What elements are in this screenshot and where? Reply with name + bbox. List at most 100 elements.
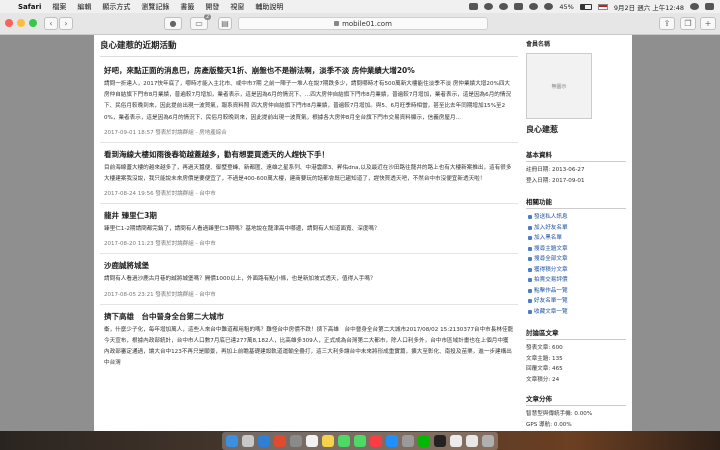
trash-icon[interactable]: [482, 435, 494, 447]
search-topics-link[interactable]: 搜尋主題文章: [526, 244, 626, 255]
friends-list-link[interactable]: 好友名單一覽: [526, 296, 626, 307]
menu-history[interactable]: 瀏覽記錄: [141, 2, 169, 12]
post-item: 看到海線大樓如雨後春筍越蓋越多，勸有想要買透天的人趕快下手！ 目前海線蓋大樓的越…: [100, 149, 518, 205]
menu-file[interactable]: 檔案: [52, 2, 66, 12]
post-excerpt: 請問有人看過沙鹿古月巷的誠將城堡嗎？開價1000以上，外面路有點小條，也是新加坡…: [104, 276, 376, 283]
calendar-icon[interactable]: [306, 435, 318, 447]
menu-develop[interactable]: 開發: [205, 2, 219, 12]
menu-bookmarks[interactable]: 書籤: [180, 2, 194, 12]
system-preferences-icon[interactable]: [402, 435, 414, 447]
zoom-window-button[interactable]: [29, 19, 37, 27]
lightbulb-icon: ●: [169, 19, 177, 28]
itunes-icon[interactable]: [370, 435, 382, 447]
post-distribution-title: 文章分佈: [526, 393, 626, 406]
address-bar[interactable]: mobile01.com: [238, 17, 488, 30]
minimize-window-button[interactable]: [17, 19, 25, 27]
post-meta[interactable]: 2017-08-20 11:23 發表於討論群組 - 台中市: [104, 239, 514, 247]
trade-ratings-link[interactable]: 拍賣交易評價: [526, 275, 626, 286]
works-list-link[interactable]: 點擊作品一覽: [526, 286, 626, 297]
airplay-icon[interactable]: [514, 3, 524, 10]
timemachine-icon[interactable]: [499, 3, 509, 10]
clock[interactable]: 9月2日 週六 上午12:48: [614, 2, 684, 12]
window-controls: [5, 19, 37, 27]
photos-icon[interactable]: [274, 435, 286, 447]
username: 良心建惹: [526, 125, 558, 134]
preview-icon[interactable]: [290, 435, 302, 447]
post-title-link[interactable]: 好吧，來點正面的消息巴，房產版整天1折、崩盤也不是辦法啊，淡季不淡 房仲業績大增…: [104, 65, 514, 76]
post-title-link[interactable]: 擠下高雄 台中晉身全台第二大城市: [104, 311, 514, 322]
points-posts-link[interactable]: 獲得積分文章: [526, 265, 626, 276]
safari-icon[interactable]: [258, 435, 270, 447]
download-button[interactable]: +: [700, 17, 716, 30]
add-blacklist-link[interactable]: 加入黑名單: [526, 233, 626, 244]
menu-window[interactable]: 視窗: [230, 2, 244, 12]
volume-icon[interactable]: [544, 3, 554, 10]
search-all-posts-link[interactable]: 搜尋全部文章: [526, 254, 626, 265]
page-container: 良心建惹的近期活動 好吧，來點正面的消息巴，房產版整天1折、崩盤也不是辦法啊，淡…: [94, 35, 632, 431]
sidebar-toggle-button[interactable]: ▤: [218, 17, 232, 30]
post-excerpt: 目前海線蓋大樓的越來越多了，再過天蠶便、御墅登峰、新都匯、遠雄之星系列、中港雲廊…: [104, 164, 512, 183]
sidebar-icon: ▤: [221, 19, 229, 28]
post-excerpt: 衝，什麼少子化，每年增加萬人，這些人來台中難道都用租的嗎？難怪台中房價不跌！擠下…: [104, 326, 514, 367]
document-icon[interactable]: [466, 435, 478, 447]
menu-app[interactable]: Safari: [18, 3, 41, 11]
menu-edit[interactable]: 編輯: [77, 2, 91, 12]
finder-icon[interactable]: [226, 435, 238, 447]
post-meta[interactable]: 2017-08-24 19:56 發表於討論群組 - 台中市: [104, 189, 514, 197]
function-list: 發送私人訊息 加入好友名單 加入黑名單 搜尋主題文章 搜尋全部文章 獲得積分文章…: [526, 212, 626, 317]
browser-toolbar: ‹ › ● ▭ 2 ▤ mobile01.com ⇪ ❐ +: [0, 13, 720, 35]
terminal-icon[interactable]: [434, 435, 446, 447]
line-app-icon[interactable]: [418, 435, 430, 447]
facetime-icon[interactable]: [354, 435, 366, 447]
notes-icon[interactable]: [322, 435, 334, 447]
launchpad-icon[interactable]: [242, 435, 254, 447]
post-title-link[interactable]: 龍井 臻里仁3期: [104, 210, 514, 221]
post-title-link[interactable]: 沙鹿誠將城堡: [104, 260, 514, 271]
post-item: 擠下高雄 台中晉身全台第二大城市 衝，什麼少子化，每年增加萬人，這些人來台中難道…: [100, 311, 518, 376]
app-store-icon[interactable]: [386, 435, 398, 447]
sync-icon[interactable]: [484, 3, 494, 10]
post-meta[interactable]: 2017-09-01 18:57 發表於討論群組 - 房地產綜合: [104, 128, 514, 136]
avatar[interactable]: 無圖示: [526, 53, 592, 119]
reply-count: 回覆文章: 465: [526, 366, 563, 372]
menu-help[interactable]: 輔助說明: [255, 2, 283, 12]
extension-badge: 2: [204, 14, 212, 20]
post-meta[interactable]: 2017-08-05 23:21 發表於討論群組 - 台中市: [104, 290, 514, 298]
messages-icon[interactable]: [338, 435, 350, 447]
web-content: 良心建惹的近期活動 好吧，來點正面的消息巴，房產版整天1折、崩盤也不是辦法啊，淡…: [0, 35, 720, 431]
distribution-item: 智慧型與傳統手機: 0.00%: [526, 411, 593, 417]
url-text: mobile01.com: [342, 19, 392, 28]
add-friend-link[interactable]: 加入好友名單: [526, 223, 626, 234]
dock: [222, 432, 498, 450]
wifi-icon[interactable]: [529, 3, 539, 10]
send-pm-link[interactable]: 發送私人訊息: [526, 212, 626, 223]
notification-center-icon[interactable]: [705, 3, 714, 10]
input-source-flag-icon[interactable]: [597, 3, 608, 10]
favorites-list-link[interactable]: 收藏文章一覽: [526, 307, 626, 318]
lock-icon: [334, 21, 340, 26]
post-item: 沙鹿誠將城堡 請問有人看過沙鹿古月巷的誠將城堡嗎？開價1000以上，外面路有點小…: [100, 260, 518, 305]
post-item: 好吧，來點正面的消息巴，房產版整天1折、崩盤也不是辦法啊，淡季不淡 房仲業績大增…: [100, 65, 518, 143]
forum-stats-title: 討論區文章: [526, 327, 626, 340]
download-icon: +: [704, 19, 712, 28]
share-button[interactable]: ⇪: [659, 17, 675, 30]
back-button[interactable]: ‹: [44, 17, 58, 30]
line-icon[interactable]: [469, 3, 479, 10]
show-tabs-button[interactable]: ❐: [680, 17, 696, 30]
login-date: 登入日期: 2017-09-01: [526, 177, 585, 184]
avatar-placeholder-text: 無圖示: [551, 83, 567, 90]
post-excerpt: 請問一折達人，2017快年底了，哪時才能入主北市、或中市7期 之前一陣子一堆人在…: [104, 81, 512, 121]
section-title: 良心建惹的近期活動: [100, 39, 518, 57]
related-functions: 相關功能 發送私人訊息 加入好友名單 加入黑名單 搜尋主題文章 搜尋全部文章 獲…: [526, 196, 626, 317]
battery-icon[interactable]: [579, 3, 592, 10]
tabs-icon: ❐: [684, 19, 692, 28]
textedit-icon[interactable]: [450, 435, 462, 447]
post-title-link[interactable]: 看到海線大樓如雨後春筍越蓋越多，勸有想要買透天的人趕快下手！: [104, 149, 514, 160]
distribution-item: GPS 導航: 0.00%: [526, 421, 572, 428]
spotlight-icon[interactable]: [690, 3, 699, 10]
menu-view[interactable]: 顯示方式: [102, 2, 130, 12]
member-name-label: 會員名稱: [526, 41, 551, 48]
close-window-button[interactable]: [5, 19, 13, 27]
reader-extension-button[interactable]: ●: [164, 17, 182, 30]
forward-button[interactable]: ›: [59, 17, 73, 30]
